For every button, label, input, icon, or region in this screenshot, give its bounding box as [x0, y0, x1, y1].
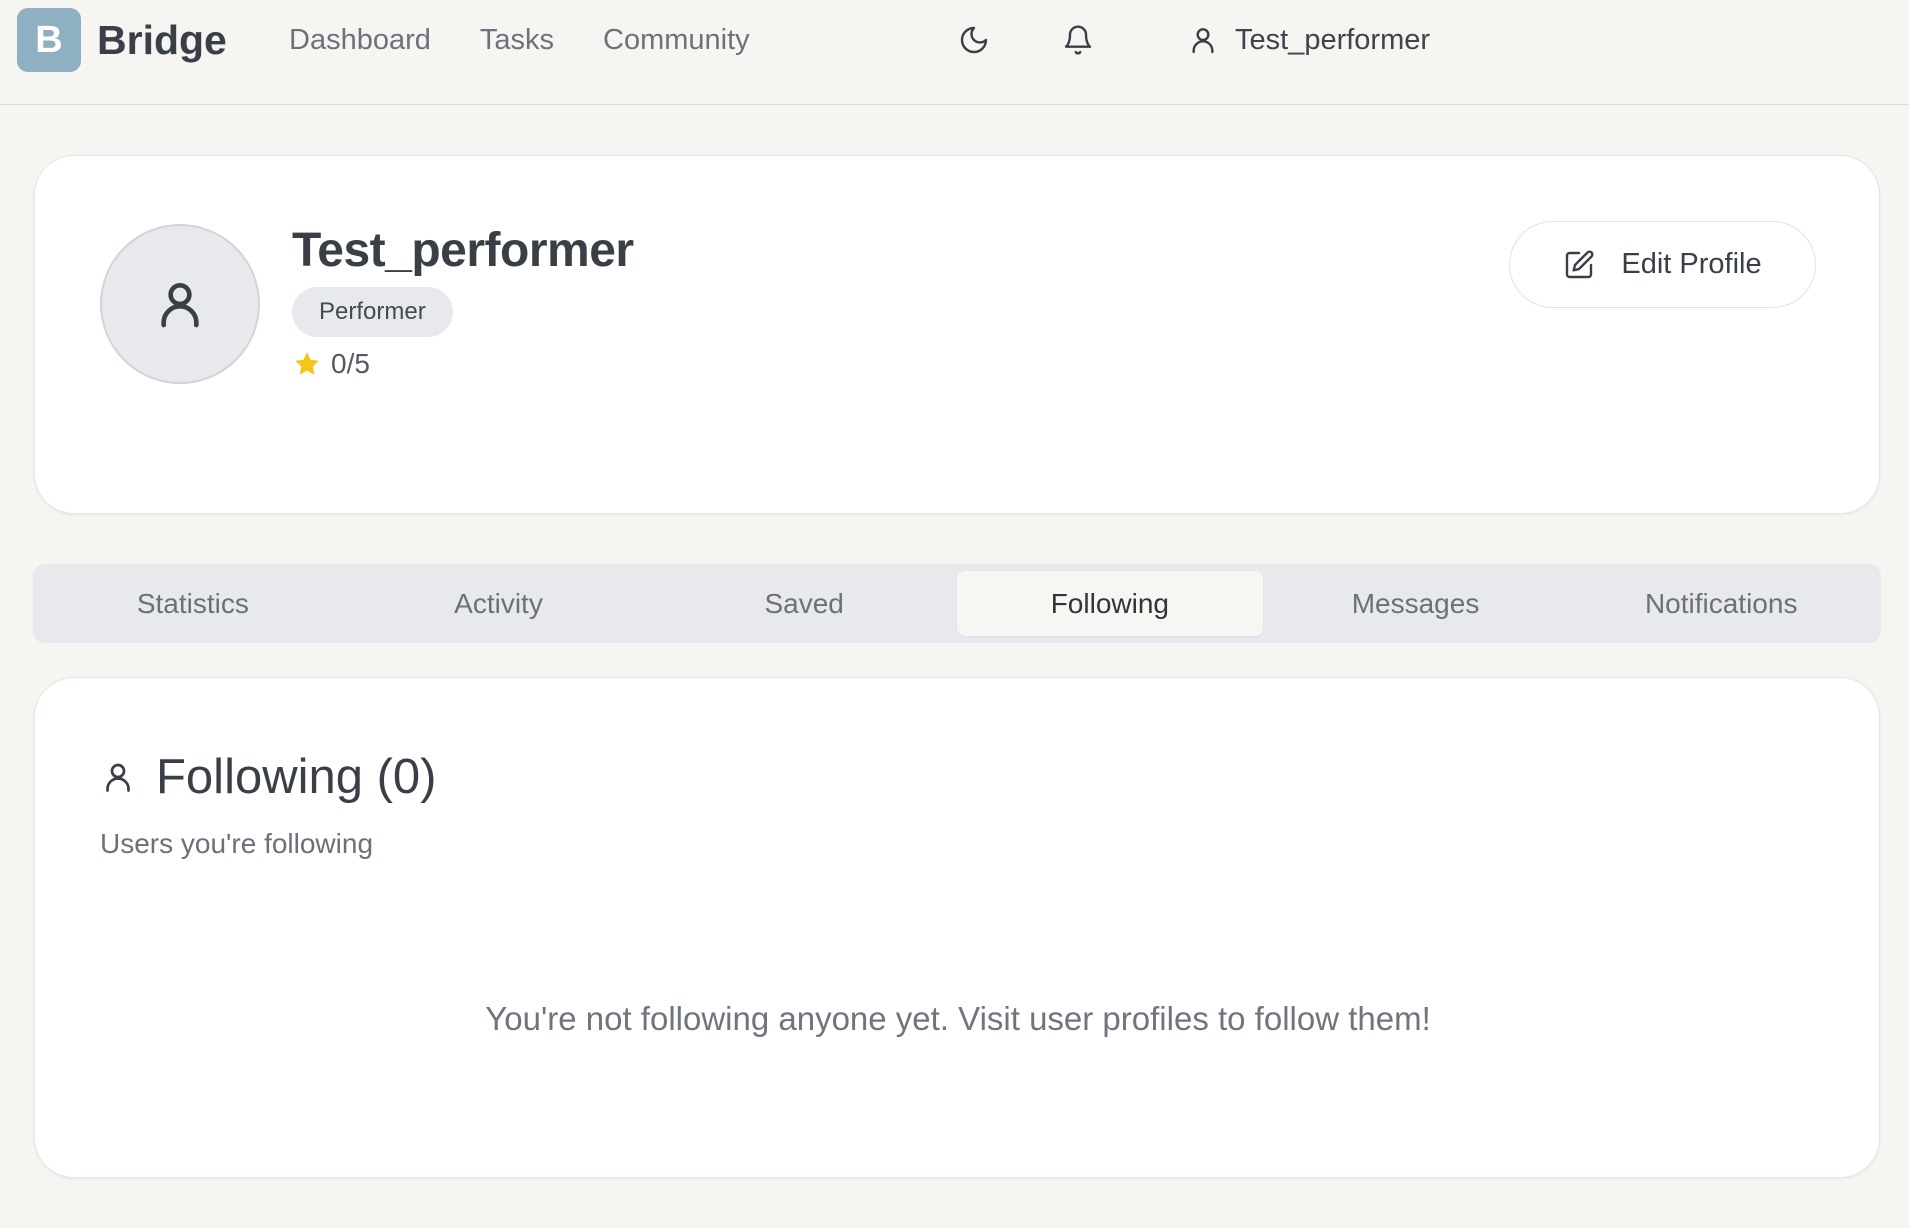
following-subtitle: Users you're following: [100, 828, 374, 859]
edit-icon: [1566, 249, 1594, 278]
tab-activity[interactable]: Activity: [346, 571, 652, 636]
theme-toggle-button[interactable]: [954, 20, 994, 60]
nav-dashboard[interactable]: Dashboard: [289, 18, 431, 62]
app-name[interactable]: Bridge: [97, 14, 227, 66]
bell-icon: [1064, 25, 1092, 55]
header-username: Test_performer: [1235, 23, 1431, 56]
tab-messages[interactable]: Messages: [1263, 571, 1569, 636]
role-badge: Performer: [292, 287, 453, 337]
following-title: Following (0): [156, 750, 437, 804]
tab-saved[interactable]: Saved: [651, 571, 957, 636]
moon-icon: [960, 26, 988, 54]
avatar: [100, 224, 260, 384]
notifications-button[interactable]: [1058, 20, 1098, 60]
profile-tabs: Statistics Activity Saved Following Mess…: [33, 564, 1881, 643]
nav-tasks[interactable]: Tasks: [480, 18, 554, 62]
user-icon: [106, 763, 130, 792]
following-header: Following (0): [100, 748, 436, 806]
user-menu[interactable]: Test_performer: [1187, 16, 1430, 64]
user-icon: [1192, 28, 1214, 54]
main-nav: Dashboard Tasks Community: [289, 18, 750, 62]
user-icon: [161, 283, 199, 328]
profile-card: Test_performer Performer 0/5 Edit Profil…: [34, 155, 1880, 514]
tab-statistics[interactable]: Statistics: [40, 571, 346, 636]
top-nav-bar: B Bridge Dashboard Tasks Community Test_…: [0, 0, 1909, 105]
star-icon: [295, 352, 319, 375]
tab-following[interactable]: Following: [957, 571, 1263, 636]
empty-state-message: You're not following anyone yet. Visit u…: [485, 1000, 1431, 1037]
tab-notifications[interactable]: Notifications: [1568, 571, 1874, 636]
rating: 0/5: [292, 348, 370, 380]
edit-profile-button[interactable]: Edit Profile: [1509, 221, 1816, 308]
rating-value: 0/5: [331, 348, 370, 379]
logo-mark[interactable]: B: [17, 8, 81, 72]
edit-profile-label: Edit Profile: [1621, 248, 1762, 280]
following-card: Following (0) Users you're following You…: [34, 677, 1880, 1178]
nav-community[interactable]: Community: [603, 18, 750, 62]
profile-name: Test_performer: [292, 224, 634, 277]
